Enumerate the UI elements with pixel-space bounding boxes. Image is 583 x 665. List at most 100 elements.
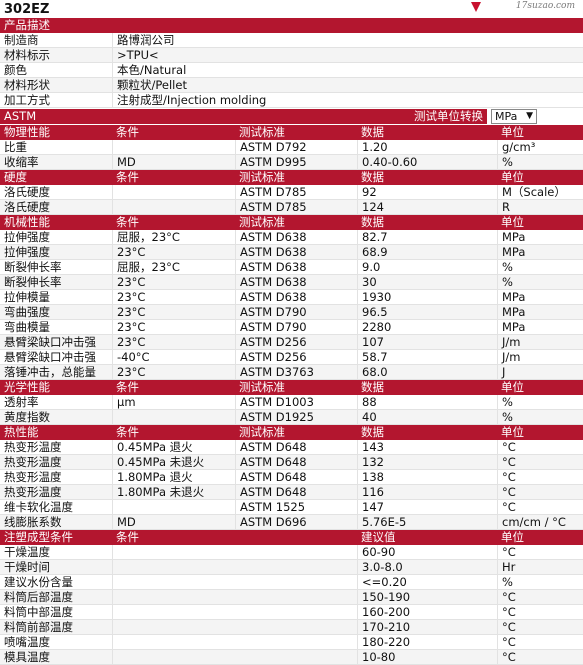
description-value: 注射成型/Injection molding <box>112 93 583 107</box>
header-standard: 测试标准 <box>239 425 285 439</box>
property-name: 维卡软化温度 <box>4 500 73 514</box>
property-name: 悬臂梁缺口冲击强 <box>4 350 96 364</box>
property-standard: ASTM D648 <box>235 455 357 469</box>
molding-unit: °C <box>497 650 583 664</box>
molding-spacer <box>235 650 357 664</box>
molding-value: 10-80 <box>357 650 497 664</box>
table-row: 干燥时间 3.0-8.0 Hr <box>0 560 583 575</box>
section-title: 物理性能 <box>4 125 50 139</box>
property-data: 30 <box>357 275 497 289</box>
molding-unit: % <box>497 575 583 589</box>
header-unit: 单位 <box>501 425 524 439</box>
description-label: 材料形状 <box>4 78 50 92</box>
molding-conditions: 注塑成型条件 条件 建议值 单位 干燥温度 60-90 °C 干燥时间 3.0-8.0 Hr 建议水… <box>0 530 583 665</box>
property-condition: -40°C <box>112 350 235 364</box>
property-data: 96.5 <box>357 305 497 319</box>
property-unit: M（Scale） <box>497 185 583 199</box>
property-condition <box>112 185 235 199</box>
property-unit: % <box>497 155 583 169</box>
property-name: 热变形温度 <box>4 440 62 454</box>
molding-unit: °C <box>497 545 583 559</box>
property-data: 132 <box>357 455 497 469</box>
property-standard: ASTM D785 <box>235 200 357 214</box>
property-name: 黄度指数 <box>4 410 50 424</box>
property-unit: cm/cm / °C <box>497 515 583 529</box>
section-header: 光学性能 条件 测试标准 数据 单位 <box>0 380 583 395</box>
table-row: 维卡软化温度 ASTM 1525 147 °C <box>0 500 583 515</box>
molding-name: 建议水份含量 <box>4 575 73 589</box>
property-condition: 23°C <box>112 290 235 304</box>
grade-title: 302EZ <box>4 2 50 17</box>
table-row: 喷嘴温度 180-220 °C <box>0 635 583 650</box>
property-condition: 23°C <box>112 320 235 334</box>
table-row: 拉伸强度 屈服，23°C ASTM D638 82.7 MPa <box>0 230 583 245</box>
molding-spacer <box>235 545 357 559</box>
property-standard: ASTM D1925 <box>235 410 357 424</box>
molding-spacer <box>235 590 357 604</box>
table-row: 模具温度 10-80 °C <box>0 650 583 665</box>
molding-value: 160-200 <box>357 605 497 619</box>
description-header: 产品描述 <box>0 18 583 33</box>
molding-name: 干燥温度 <box>4 545 50 559</box>
property-standard: ASTM D638 <box>235 260 357 274</box>
property-unit: % <box>497 260 583 274</box>
property-unit: J/m <box>497 335 583 349</box>
property-name: 热变形温度 <box>4 485 62 499</box>
molding-value: 180-220 <box>357 635 497 649</box>
header-data: 数据 <box>361 380 384 394</box>
table-row: 洛氏硬度 ASTM D785 124 R <box>0 200 583 215</box>
property-standard: ASTM D995 <box>235 155 357 169</box>
property-name: 落锤冲击，总能量 <box>4 365 96 379</box>
table-row: 透射率 μm ASTM D1003 88% <box>0 395 583 410</box>
table-row: 拉伸强度 23°C ASTM D638 68.9 MPa <box>0 245 583 260</box>
molding-value: 170-210 <box>357 620 497 634</box>
property-standard: ASTM D696 <box>235 515 357 529</box>
molding-name: 料筒前部温度 <box>4 620 73 634</box>
property-unit: °C <box>497 500 583 514</box>
header-standard: 测试标准 <box>239 170 285 184</box>
property-condition: 屈服，23°C <box>112 260 235 274</box>
property-data: 147 <box>357 500 497 514</box>
top-bar: 302EZ 17suzao.com <box>0 0 583 18</box>
property-standard: ASTM D1003 <box>235 395 357 409</box>
section-title: 机械性能 <box>4 215 50 229</box>
property-unit: J <box>497 365 583 379</box>
property-name: 收缩率 <box>4 155 39 169</box>
property-unit: °C <box>497 440 583 454</box>
property-data: 9.0 <box>357 260 497 274</box>
header-standard: 测试标准 <box>239 380 285 394</box>
molding-condition <box>112 605 235 619</box>
molding-name: 料筒中部温度 <box>4 605 73 619</box>
property-data: 68.9 <box>357 245 497 259</box>
property-unit: MPa <box>497 305 583 319</box>
header-data: 数据 <box>361 215 384 229</box>
table-row: 收缩率 MD ASTM D995 0.40-0.60% <box>0 155 583 170</box>
property-name: 线膨胀系数 <box>4 515 62 529</box>
description-row: 加工方式 注射成型/Injection molding <box>0 93 583 108</box>
description-value: >TPU< <box>112 48 583 62</box>
property-standard: ASTM D790 <box>235 305 357 319</box>
header-data: 数据 <box>361 425 384 439</box>
molding-condition <box>112 620 235 634</box>
molding-value: <=0.20 <box>357 575 497 589</box>
molding-unit: °C <box>497 590 583 604</box>
property-condition <box>112 200 235 214</box>
astm-bar-row: ASTM 测试单位转换 MPa ▼ <box>0 108 583 125</box>
property-condition <box>112 410 235 424</box>
molding-spacer <box>235 560 357 574</box>
property-condition: MD <box>112 515 235 529</box>
description-row: 制造商 路博润公司 <box>0 33 583 48</box>
property-unit: MPa <box>497 230 583 244</box>
property-unit: °C <box>497 470 583 484</box>
unit-select-dropdown[interactable]: MPa ▼ <box>491 109 537 124</box>
section-title: 热性能 <box>4 425 39 439</box>
property-data: 1.20 <box>357 140 497 154</box>
property-standard: ASTM D792 <box>235 140 357 154</box>
header-condition: 条件 <box>116 170 139 184</box>
property-data: 40 <box>357 410 497 424</box>
header-condition: 条件 <box>116 380 139 394</box>
header-condition: 条件 <box>116 530 139 544</box>
property-condition: 0.45MPa 退火 <box>112 440 235 454</box>
property-name: 洛氏硬度 <box>4 185 50 199</box>
property-name: 弯曲模量 <box>4 320 50 334</box>
